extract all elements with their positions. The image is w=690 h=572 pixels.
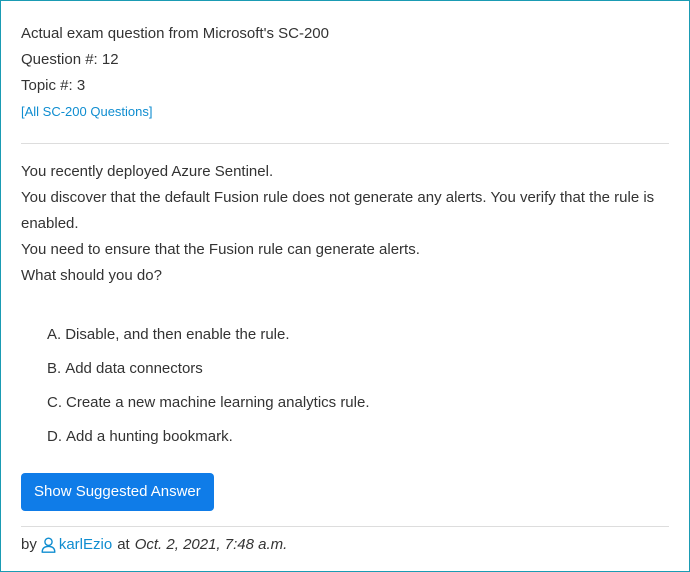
- by-label: by: [21, 536, 37, 553]
- choice-text: Add data connectors: [65, 360, 203, 377]
- choice-d[interactable]: D. Add a hunting bookmark.: [47, 420, 669, 454]
- choice-letter: A.: [47, 326, 62, 343]
- question-body: You recently deployed Azure Sentinel. Yo…: [21, 159, 669, 289]
- exam-title: Actual exam question from Microsoft's SC…: [21, 25, 329, 42]
- choice-text: Add a hunting bookmark.: [66, 428, 233, 445]
- question-line: You recently deployed Azure Sentinel.: [21, 163, 274, 180]
- username: karlEzio: [58, 536, 113, 553]
- choice-c[interactable]: C. Create a new machine learning analytic…: [47, 386, 669, 420]
- at-label: at: [117, 536, 130, 553]
- question-header: Actual exam question from Microsoft's SC…: [21, 1, 669, 125]
- question-line: What should you do?: [21, 267, 162, 284]
- choice-text: Create a new machine learning analytics …: [66, 394, 370, 411]
- topic-number: Topic #: 3: [21, 77, 86, 94]
- all-questions-link[interactable]: [All SC-200 Questions]: [21, 99, 669, 125]
- choice-letter: D.: [47, 428, 62, 445]
- user-outline-icon: [41, 537, 56, 553]
- user-link[interactable]: karlEzio: [41, 535, 112, 555]
- question-line: You need to ensure that the Fusion rule …: [21, 241, 420, 258]
- question-card: Actual exam question from Microsoft's SC…: [0, 0, 690, 572]
- footer-divider: [21, 526, 669, 527]
- choice-text: Disable, and then enable the rule.: [65, 326, 290, 343]
- choice-letter: B.: [47, 360, 62, 377]
- choices-list: A. Disable, and then enable the rule. B. A…: [21, 318, 669, 454]
- choice-b[interactable]: B. Add data connectors: [47, 352, 669, 386]
- choice-letter: C.: [47, 394, 62, 411]
- post-date: Oct. 2, 2021, 7:48 a.m.: [134, 536, 288, 553]
- question-meta: by karlEzio at Oct. 2, 2021, 7:48 a.m.: [21, 535, 669, 555]
- choice-a[interactable]: A. Disable, and then enable the rule.: [47, 318, 669, 352]
- header-divider: [21, 143, 669, 144]
- question-number: Question #: 12: [21, 51, 119, 68]
- question-line: You discover that the default Fusion rul…: [21, 189, 655, 232]
- show-suggested-answer-button[interactable]: Show Suggested Answer: [21, 473, 214, 511]
